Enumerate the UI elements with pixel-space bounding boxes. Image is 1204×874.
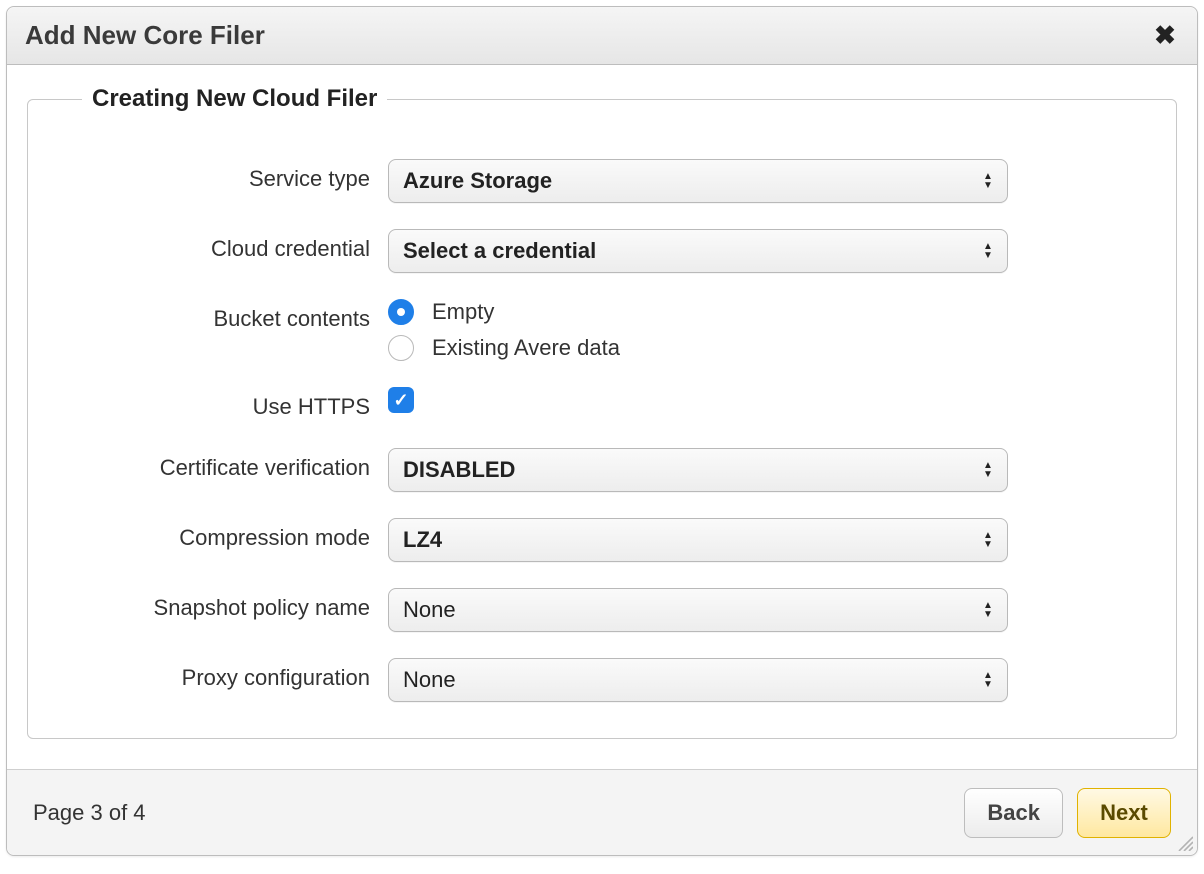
cert-verification-label: Certificate verification xyxy=(68,448,388,483)
select-caret-icon xyxy=(977,172,1007,190)
bucket-empty-radio[interactable] xyxy=(388,299,414,325)
select-caret-icon xyxy=(977,531,1007,549)
select-caret-icon xyxy=(977,461,1007,479)
proxy-config-select[interactable]: None xyxy=(388,658,1008,702)
compression-mode-label: Compression mode xyxy=(68,518,388,553)
add-core-filer-dialog: Add New Core Filer ✖ Creating New Cloud … xyxy=(6,6,1198,856)
page-indicator: Page 3 of 4 xyxy=(33,800,950,826)
cloud-filer-fieldset: Creating New Cloud Filer Service type Az… xyxy=(27,85,1177,739)
next-button[interactable]: Next xyxy=(1077,788,1171,838)
dialog-titlebar: Add New Core Filer ✖ xyxy=(7,7,1197,65)
service-type-value: Azure Storage xyxy=(389,168,977,194)
fieldset-legend: Creating New Cloud Filer xyxy=(82,85,387,113)
cloud-credential-select[interactable]: Select a credential xyxy=(388,229,1008,273)
cert-verification-value: DISABLED xyxy=(389,457,977,483)
close-icon[interactable]: ✖ xyxy=(1151,20,1179,51)
resize-grip-icon xyxy=(1175,833,1193,851)
dialog-footer: Page 3 of 4 Back Next xyxy=(7,769,1197,855)
select-caret-icon xyxy=(977,601,1007,619)
compression-mode-value: LZ4 xyxy=(389,527,977,553)
cert-verification-select[interactable]: DISABLED xyxy=(388,448,1008,492)
snapshot-policy-select[interactable]: None xyxy=(388,588,1008,632)
select-caret-icon xyxy=(977,242,1007,260)
snapshot-policy-value: None xyxy=(389,597,977,623)
select-caret-icon xyxy=(977,671,1007,689)
use-https-label: Use HTTPS xyxy=(68,387,388,422)
service-type-label: Service type xyxy=(68,159,388,194)
cloud-credential-label: Cloud credential xyxy=(68,229,388,264)
proxy-config-label: Proxy configuration xyxy=(68,658,388,693)
compression-mode-select[interactable]: LZ4 xyxy=(388,518,1008,562)
proxy-config-value: None xyxy=(389,667,977,693)
dialog-body: Creating New Cloud Filer Service type Az… xyxy=(7,65,1197,769)
bucket-empty-label: Empty xyxy=(432,299,494,325)
cloud-credential-value: Select a credential xyxy=(389,238,977,264)
bucket-contents-label: Bucket contents xyxy=(68,299,388,334)
back-button[interactable]: Back xyxy=(964,788,1063,838)
dialog-title: Add New Core Filer xyxy=(25,20,1151,51)
snapshot-policy-label: Snapshot policy name xyxy=(68,588,388,623)
bucket-existing-label: Existing Avere data xyxy=(432,335,620,361)
bucket-existing-radio[interactable] xyxy=(388,335,414,361)
service-type-select[interactable]: Azure Storage xyxy=(388,159,1008,203)
use-https-checkbox[interactable]: ✓ xyxy=(388,387,414,413)
